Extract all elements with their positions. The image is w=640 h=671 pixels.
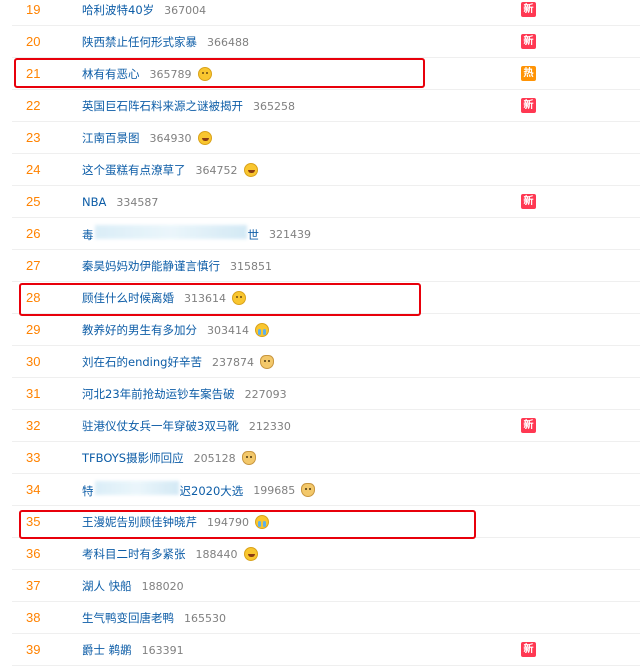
list-item[interactable]: 34 特 迟2020大选 199685	[0, 474, 640, 506]
list-item[interactable]: 20 陕西禁止任何形式家暴 366488 新	[0, 26, 640, 58]
laugh-emoji-icon	[197, 131, 212, 145]
heat-count: 367004	[164, 3, 207, 17]
topic-title-end: 世	[247, 228, 260, 242]
blurred-redaction	[94, 481, 179, 495]
heat-count: 188440	[195, 547, 238, 561]
heat-count: 199685	[253, 483, 296, 497]
highlight-box-rank-35	[19, 510, 476, 539]
heat-count: 364752	[195, 163, 238, 177]
topic-title-start: 毒	[82, 228, 94, 242]
topic-link[interactable]: 刘在石的ending好辛苦	[82, 354, 202, 370]
topic-title-end: 迟2020大选	[179, 484, 244, 498]
list-item[interactable]: 30 刘在石的ending好辛苦 237874	[0, 346, 640, 378]
topic-link[interactable]: 驻港仪仗女兵一年穿破3双马靴	[82, 418, 239, 434]
list-item[interactable]: 36 考科目二时有多紧张 188440	[0, 538, 640, 570]
new-badge: 新	[521, 418, 536, 433]
heat-count: 315851	[230, 259, 272, 273]
heat-count: 188020	[141, 579, 184, 593]
heat-count: 303414	[207, 323, 249, 337]
list-item[interactable]: 29 教养好的男生有多加分 303414	[0, 314, 640, 346]
list-item[interactable]: 37 湖人 快船 188020	[0, 570, 640, 602]
laugh-emoji-icon	[243, 163, 258, 177]
list-item[interactable]: 33 TFBOYS摄影师回应 205128	[0, 442, 640, 474]
topic-link[interactable]: 陕西禁止任何形式家暴	[82, 34, 197, 50]
rank-number: 31	[26, 386, 41, 401]
list-item[interactable]: 23 江南百景图 364930	[0, 122, 640, 154]
list-item[interactable]: 27 秦昊妈妈劝伊能静谨言慎行 315851	[0, 250, 640, 282]
rank-number: 37	[26, 578, 41, 593]
new-badge: 新	[521, 2, 536, 17]
laugh-emoji-icon	[243, 547, 258, 561]
cry-emoji-icon	[255, 323, 269, 337]
doge-emoji-icon	[241, 451, 256, 465]
heat-count: 365258	[253, 99, 295, 113]
topic-link[interactable]: 河北23年前抢劫运钞车案告破	[82, 386, 235, 402]
topic-link[interactable]: 毒世	[82, 225, 259, 243]
blurred-redaction	[94, 225, 247, 239]
highlight-box-rank-28	[19, 283, 421, 316]
topic-link[interactable]: 秦昊妈妈劝伊能静谨言慎行	[82, 258, 220, 274]
topic-link[interactable]: 这个蛋糕有点潦草了	[82, 162, 186, 178]
heat-count: 237874	[211, 355, 254, 369]
new-badge: 新	[521, 34, 536, 49]
topic-link[interactable]: 江南百景图	[82, 130, 140, 146]
rank-number: 34	[26, 482, 41, 497]
rank-number: 26	[26, 226, 41, 241]
rank-number: 25	[26, 194, 41, 209]
topic-link[interactable]: 英国巨石阵石料来源之谜被揭开	[82, 98, 243, 114]
list-item[interactable]: 25 NBA 334587 新	[0, 186, 640, 218]
list-item[interactable]: 31 河北23年前抢劫运钞车案告破 227093	[0, 378, 640, 410]
rank-number: 20	[26, 34, 41, 49]
heat-count: 205128	[193, 451, 236, 465]
topic-link[interactable]: 爵士 鹈鹕	[82, 642, 132, 658]
list-item[interactable]: 22 英国巨石阵石料来源之谜被揭开 365258 新	[0, 90, 640, 122]
rank-number: 27	[26, 258, 41, 273]
topic-link[interactable]: 哈利波特40岁	[82, 2, 154, 18]
heat-count: 366488	[207, 35, 249, 49]
rank-number: 32	[26, 418, 41, 433]
new-badge: 新	[521, 642, 536, 657]
new-badge: 新	[521, 98, 536, 113]
heat-count: 165530	[184, 611, 226, 625]
list-item[interactable]: 38 生气鸭变回唐老鸭 165530	[0, 602, 640, 634]
rank-number: 24	[26, 162, 41, 177]
heat-count: 364930	[149, 131, 192, 145]
list-item[interactable]: 26 毒世 321439	[0, 218, 640, 250]
doge-emoji-icon	[259, 355, 274, 369]
list-item[interactable]: 32 驻港仪仗女兵一年穿破3双马靴 212330 新	[0, 410, 640, 442]
highlight-box-rank-21	[14, 58, 425, 88]
hot-badge: 热	[521, 66, 536, 81]
topic-link[interactable]: 特 迟2020大选	[82, 481, 243, 499]
list-item[interactable]: 19 哈利波特40岁 367004 新	[0, 0, 640, 26]
topic-link[interactable]: TFBOYS摄影师回应	[82, 450, 184, 466]
topic-title-start: 特	[82, 484, 94, 498]
rank-number: 38	[26, 610, 41, 625]
list-item[interactable]: 39 爵士 鹈鹕 163391 新	[0, 634, 640, 666]
rank-number: 36	[26, 546, 41, 561]
rank-number: 39	[26, 642, 41, 657]
rank-number: 29	[26, 322, 41, 337]
list-item[interactable]: 24 这个蛋糕有点潦草了 364752	[0, 154, 640, 186]
topic-link[interactable]: 考科目二时有多紧张	[82, 546, 186, 562]
new-badge: 新	[521, 194, 536, 209]
heat-count: 321439	[269, 227, 311, 241]
heat-count: 227093	[244, 387, 287, 401]
topic-link[interactable]: 湖人 快船	[82, 578, 132, 594]
rank-number: 33	[26, 450, 41, 465]
rank-number: 19	[26, 2, 41, 17]
heat-count: 212330	[248, 419, 291, 433]
doge-emoji-icon	[301, 483, 316, 497]
rank-number: 23	[26, 130, 41, 145]
rank-number: 30	[26, 354, 41, 369]
rank-number: 22	[26, 98, 41, 113]
heat-count: 163391	[141, 643, 184, 657]
topic-link[interactable]: NBA	[82, 195, 106, 209]
topic-link[interactable]: 生气鸭变回唐老鸭	[82, 610, 174, 626]
heat-count: 334587	[116, 195, 159, 209]
topic-link[interactable]: 教养好的男生有多加分	[82, 322, 197, 338]
